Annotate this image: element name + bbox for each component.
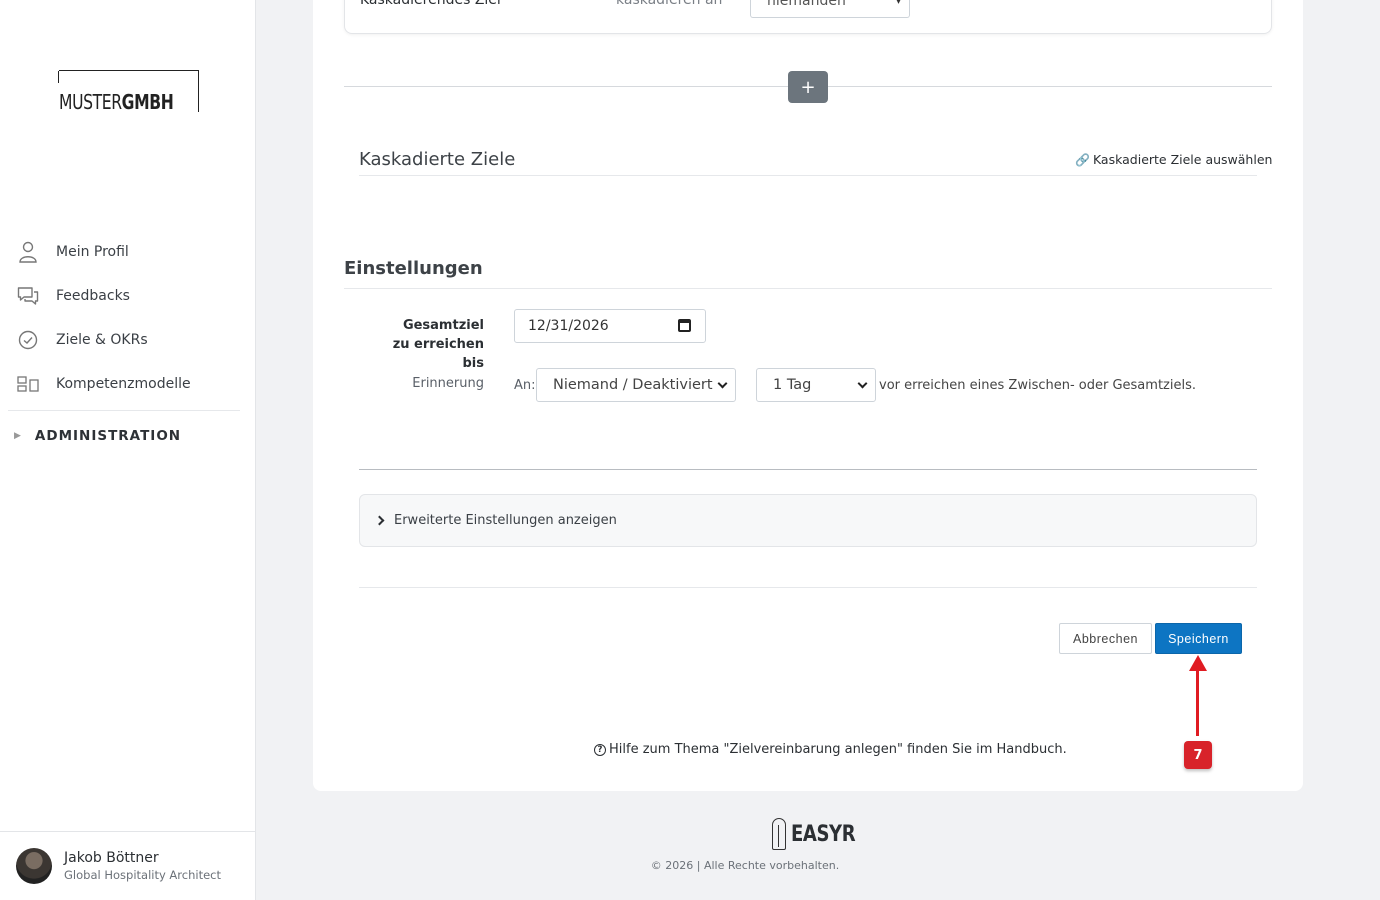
- select-cascaded-goals-label: Kaskadierte Ziele auswählen: [1092, 152, 1273, 167]
- question-circle-icon: ?: [594, 743, 606, 756]
- sidebar-item-label: Ziele & OKRs: [56, 332, 148, 348]
- company-logo[interactable]: MUSTERGMBH: [58, 70, 199, 114]
- cascade-to-value: niemanden: [767, 0, 846, 9]
- reminder-description: vor erreichen eines Zwischen- oder Gesam…: [879, 378, 1196, 393]
- sidebar-item-administration[interactable]: ▶ ADMINISTRATION: [0, 411, 248, 461]
- select-cascaded-goals-link[interactable]: 🔗 Kaskadierte Ziele auswählen: [1075, 152, 1272, 167]
- sidebar-item-ziele-okrs[interactable]: Ziele & OKRs: [0, 318, 248, 362]
- reminder-days-select[interactable]: 1 Tag: [756, 368, 876, 402]
- reminder-to-label: An:: [514, 378, 536, 393]
- annotation-step-badge: 7: [1184, 741, 1212, 769]
- help-text[interactable]: ? Hilfe zum Thema "Zielvereinbarung anle…: [594, 742, 1067, 757]
- logo-text-part1: MUSTER: [59, 90, 122, 114]
- calendar-icon[interactable]: [678, 319, 691, 332]
- sidebar-item-label: Mein Profil: [56, 244, 129, 260]
- sidebar-nav: Mein Profil Feedbacks Ziele & OKRs Kompe…: [0, 230, 248, 461]
- deadline-label: Gesamtziel zu erreichen bis: [392, 318, 484, 371]
- deadline-date-value: 12/31/2026: [528, 318, 609, 334]
- logo-text-part2: GMBH: [121, 90, 174, 114]
- reminder-recipient-value: Niemand / Deaktiviert: [553, 377, 713, 393]
- check-circle-icon: [16, 328, 40, 352]
- cascade-to-label: kaskadieren an: [616, 0, 723, 8]
- cascaded-goals-underline: [359, 175, 1257, 176]
- sidebar-item-label: Kompetenzmodelle: [56, 376, 191, 392]
- footer-copyright-row: © 2026 | Alle Rechte vorbehalten.: [0, 859, 1380, 872]
- chat-bubbles-icon: [16, 284, 40, 308]
- settings-title: Einstellungen: [344, 258, 483, 279]
- settings-underline: [344, 288, 1272, 289]
- actions-divider: [359, 587, 1257, 588]
- help-label: Hilfe zum Thema "Zielvereinbarung anlege…: [609, 742, 1067, 757]
- sidebar-item-mein-profil[interactable]: Mein Profil: [0, 230, 248, 274]
- reminder-recipient-select[interactable]: Niemand / Deaktiviert: [536, 368, 736, 402]
- sidebar-item-feedbacks[interactable]: Feedbacks: [0, 274, 248, 318]
- person-icon: [16, 240, 40, 264]
- admin-label: ADMINISTRATION: [34, 428, 182, 444]
- sidebar: MUSTERGMBH Mein Profil Feedbacks Ziele &…: [0, 0, 256, 900]
- deadline-date-input[interactable]: 12/31/2026: [514, 309, 706, 343]
- annotation-arrow: [1196, 668, 1199, 736]
- reminder-label: Erinnerung: [412, 376, 484, 391]
- sidebar-item-kompetenzmodelle[interactable]: Kompetenzmodelle: [0, 362, 248, 406]
- plus-icon: +: [800, 76, 816, 98]
- cascade-to-select[interactable]: niemanden ▾: [750, 0, 910, 18]
- reminder-days-value: 1 Tag: [773, 377, 812, 393]
- footer-copyright: © 2026 | Alle Rechte vorbehalten.: [650, 859, 840, 872]
- advanced-settings-label: Erweiterte Einstellungen anzeigen: [394, 513, 617, 528]
- chevron-right-icon: [374, 515, 385, 526]
- cascade-goal-label: Kaskadierendes Ziel: [360, 0, 501, 8]
- caret-right-icon: ▶: [14, 431, 21, 441]
- footer-logo: EASYR: [772, 818, 869, 850]
- save-button[interactable]: Speichern: [1155, 623, 1242, 654]
- cancel-button[interactable]: Abbrechen: [1059, 623, 1152, 654]
- footer-brand: EASYR: [791, 821, 856, 847]
- form-divider: [359, 469, 1257, 470]
- chevron-down-icon: ▾: [895, 0, 901, 7]
- cascaded-goals-title: Kaskadierte Ziele: [359, 149, 516, 170]
- link-icon: 🔗: [1075, 152, 1090, 167]
- sidebar-item-label: Feedbacks: [56, 288, 130, 304]
- grid-icon: [16, 372, 40, 396]
- chevron-down-icon: [717, 378, 728, 389]
- advanced-settings-toggle[interactable]: Erweiterte Einstellungen anzeigen: [359, 494, 1257, 547]
- add-section-button[interactable]: +: [788, 71, 828, 103]
- easyr-logo-icon: [772, 818, 786, 850]
- chevron-down-icon: [857, 378, 868, 389]
